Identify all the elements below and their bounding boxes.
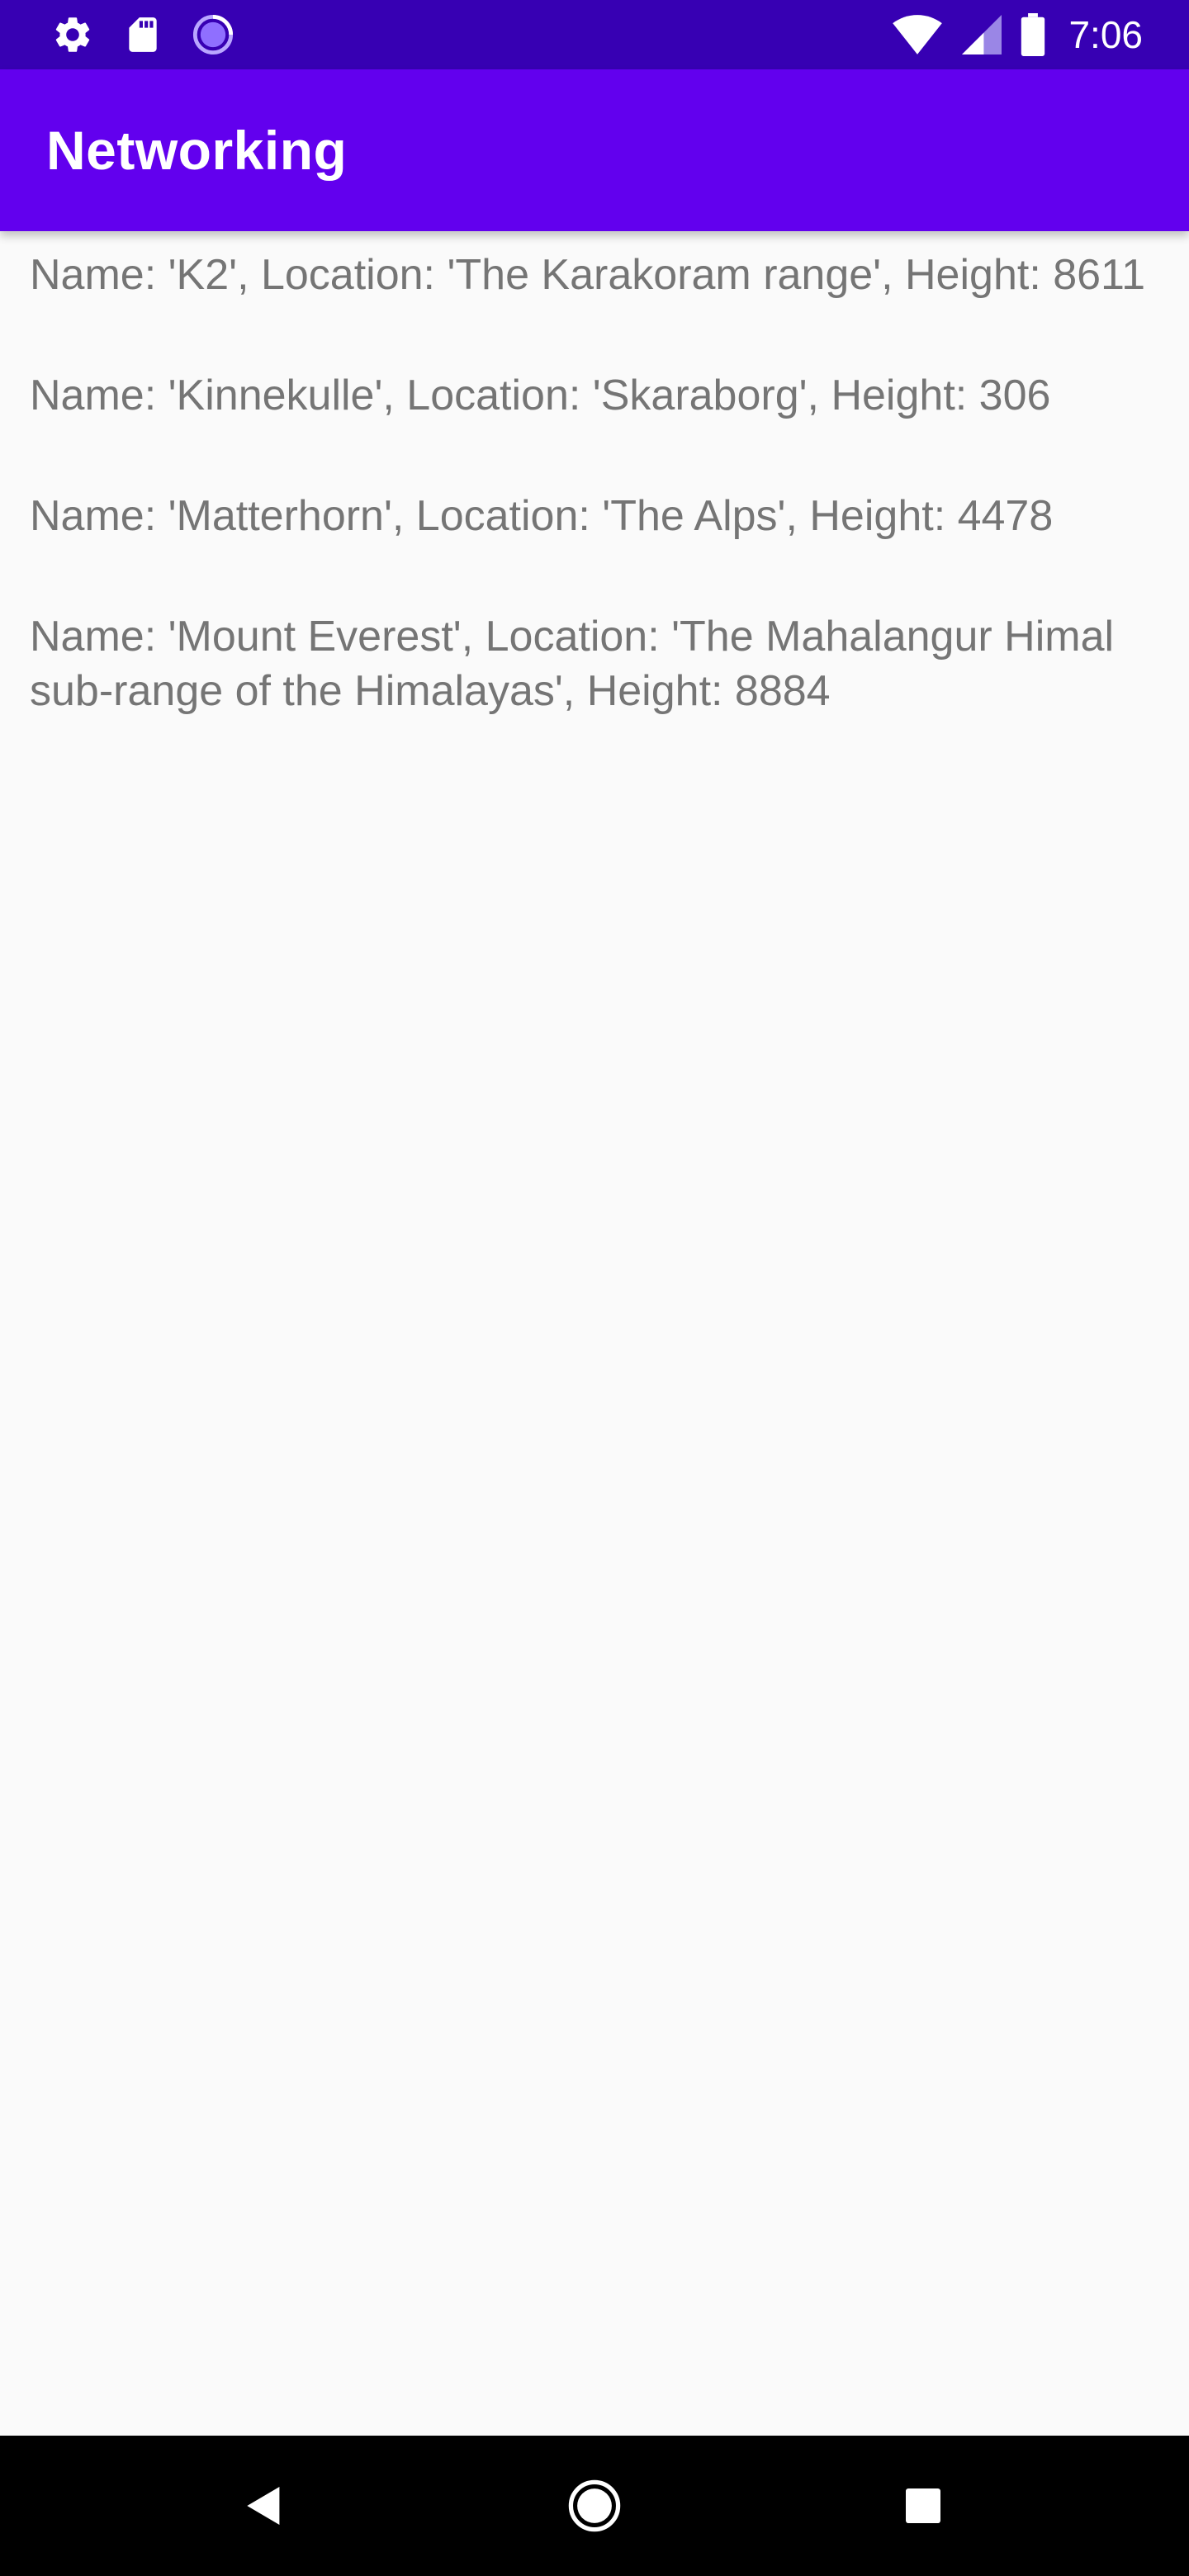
gear-icon [51,13,94,56]
recents-button[interactable] [849,2436,997,2576]
mountain-list: Name: 'K2', Location: 'The Karakoram ran… [30,248,1161,784]
app-bar: Networking [0,69,1189,231]
app-title: Networking [46,120,348,181]
status-right-icons: 7:06 [892,12,1143,58]
recents-icon [906,2488,940,2523]
wifi-icon [892,15,943,54]
list-item: Name: 'Kinnekulle', Location: 'Skaraborg… [30,372,1051,419]
back-button[interactable] [190,2436,339,2576]
list-item: Name: 'Mount Everest', Location: 'The Ma… [30,613,1115,715]
status-bar: 7:06 [0,0,1189,69]
loading-circle-icon [192,13,234,56]
list-item: Name: 'Matterhorn', Location: 'The Alps'… [30,492,1054,540]
list-item: Name: 'K2', Location: 'The Karakoram ran… [30,251,1146,299]
home-icon [568,2479,621,2532]
back-icon [247,2487,280,2525]
home-button[interactable] [520,2436,669,2576]
navigation-bar [0,2436,1189,2576]
battery-icon [1021,13,1045,56]
cell-signal-icon [961,15,1002,54]
sd-card-icon [122,13,163,56]
status-clock: 7:06 [1068,13,1143,56]
status-left-icons [51,13,234,56]
